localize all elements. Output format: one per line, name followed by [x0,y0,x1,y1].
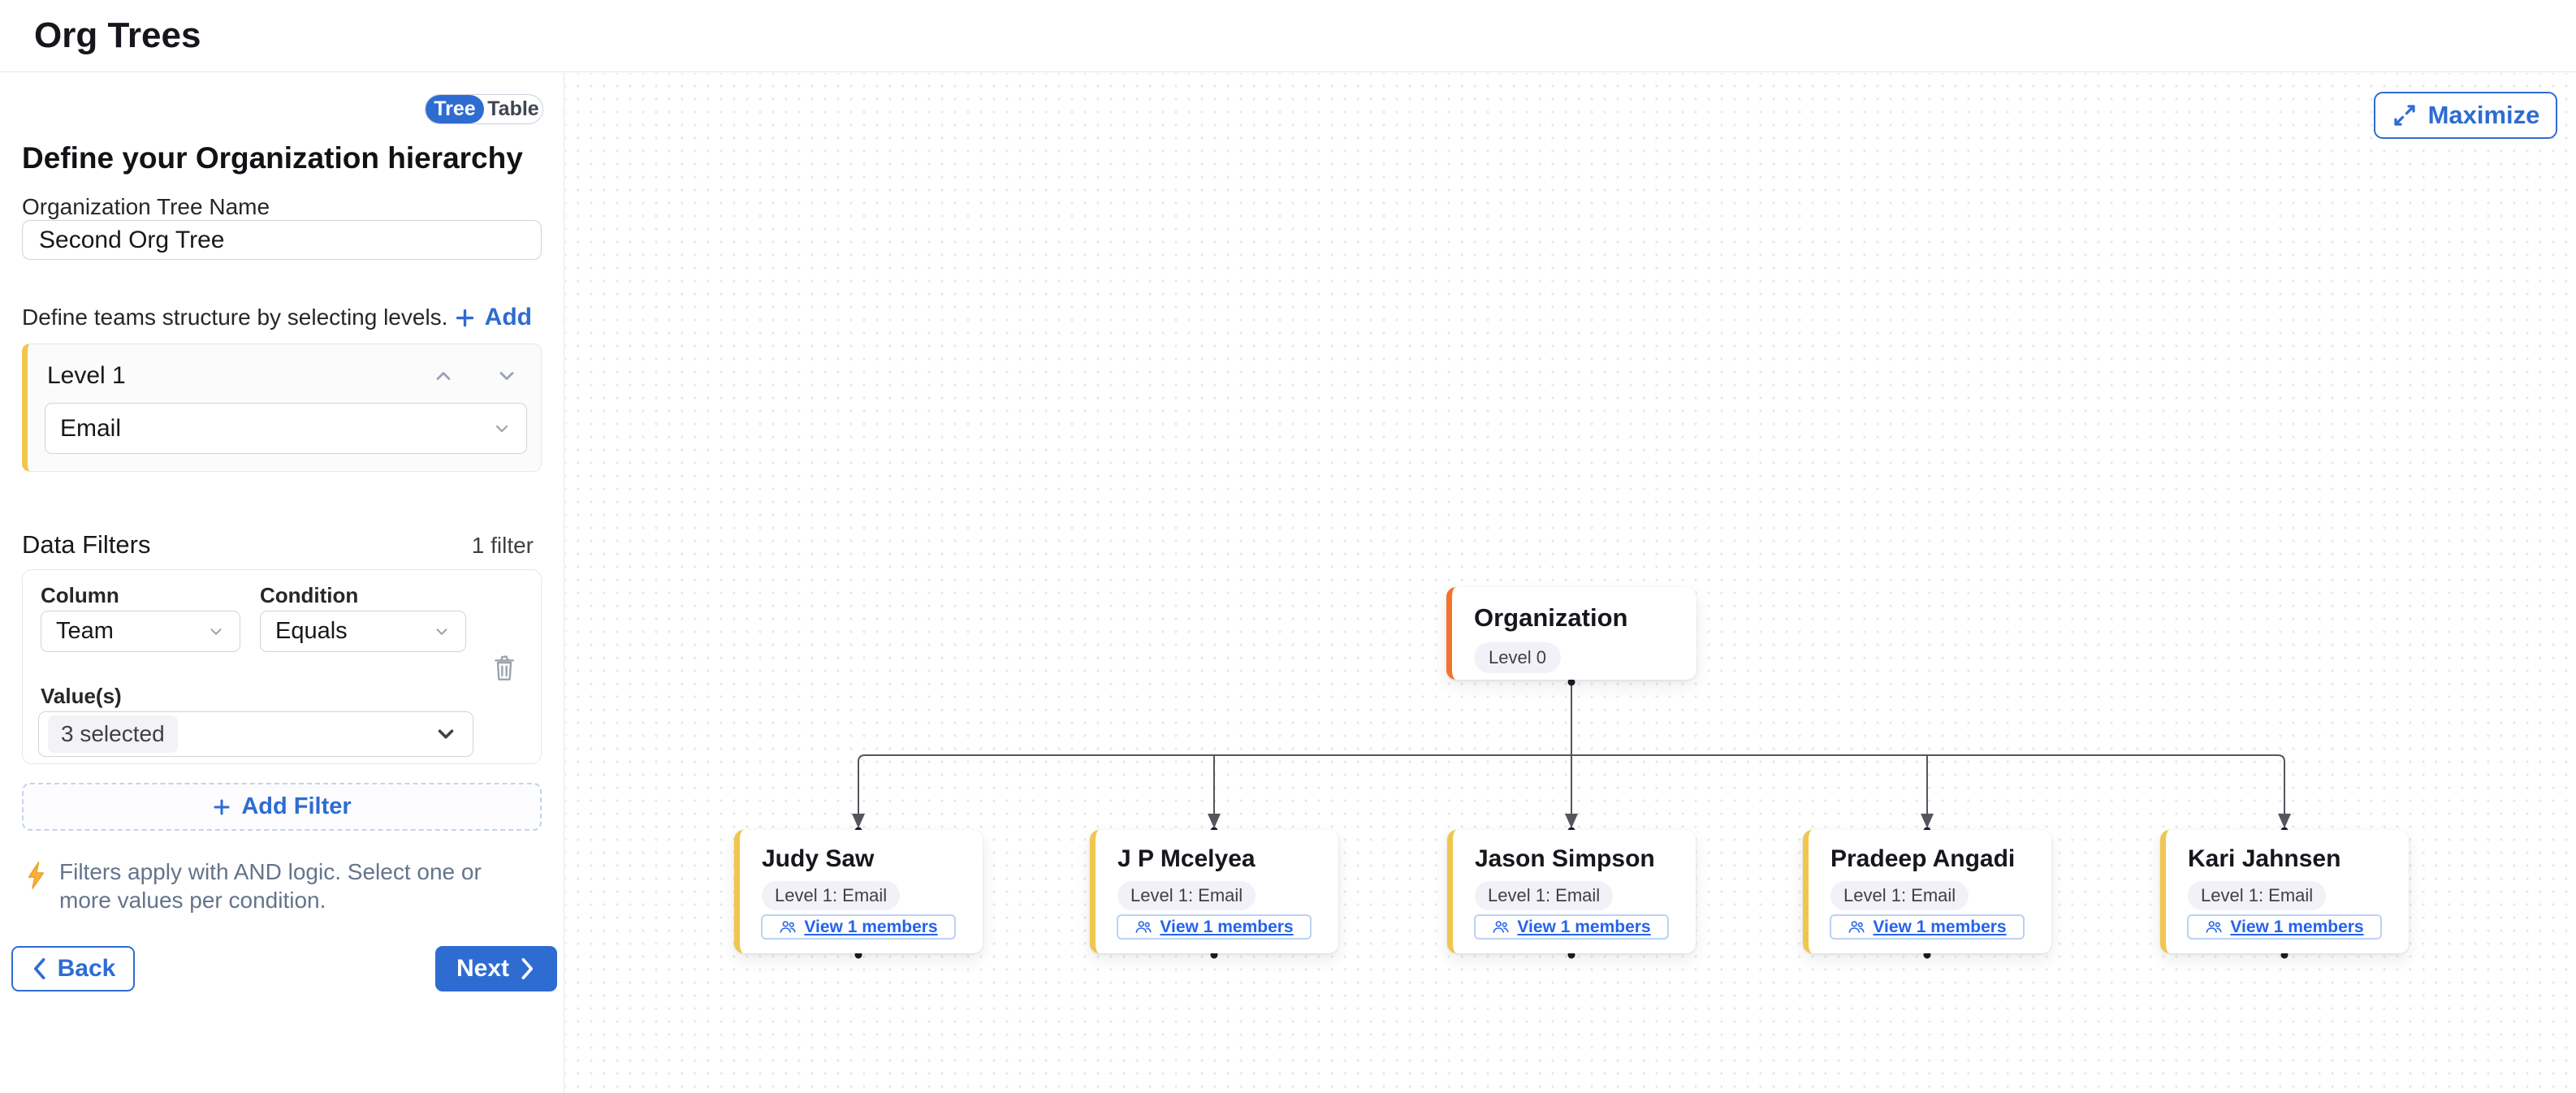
node-level-badge: Level 0 [1474,642,1561,673]
org-node-root[interactable]: Organization Level 0 [1446,587,1696,680]
level-panel: Level 1 Email [22,343,542,472]
back-button[interactable]: Back [11,946,135,991]
tree-name-input[interactable] [22,220,542,260]
members-icon [1848,919,1865,935]
add-filter-label: Add Filter [241,793,351,820]
lightning-icon [25,861,47,890]
view-members-label: View 1 members [1160,918,1293,937]
node-name: Judy Saw [762,845,983,873]
node-level-badge: Level 1: Email [1117,881,1256,910]
delete-filter-button[interactable] [489,651,520,684]
node-name: Pradeep Angadi [1830,845,2051,873]
view-members-label: View 1 members [804,918,937,937]
view-members-button[interactable]: View 1 members [1474,914,1669,940]
next-button[interactable]: Next [435,946,557,991]
org-node-child[interactable]: J P Mcelyea Level 1: Email View 1 member… [1090,830,1338,953]
column-label: Column [41,583,119,608]
view-toggle: Tree Table [425,94,543,124]
chevron-left-icon [31,957,47,980]
chevron-down-icon[interactable] [495,365,518,387]
add-level-button[interactable]: Add [454,304,532,331]
org-node-child[interactable]: Pradeep Angadi Level 1: Email View 1 mem… [1803,830,2051,953]
view-members-label: View 1 members [2230,918,2363,937]
node-name: Organization [1474,603,1696,633]
level-column-value: Email [60,415,121,443]
data-filters-header: Data Filters 1 filter [22,530,534,559]
sidebar-heading: Define your Organization hierarchy [22,141,523,175]
filters-note: Filters apply with AND logic. Select one… [25,858,521,914]
node-name: Kari Jahnsen [2188,845,2409,873]
condition-value: Equals [275,618,348,645]
node-level-badge: Level 1: Email [1475,881,1613,910]
page-title: Org Trees [34,15,201,56]
trash-icon [491,653,517,682]
condition-select[interactable]: Equals [260,611,466,652]
filters-note-text: Filters apply with AND logic. Select one… [59,858,518,914]
plus-icon [212,797,231,817]
level-reorder-controls [432,365,518,387]
node-level-badge: Level 1: Email [762,881,900,910]
filter-count: 1 filter [472,533,534,559]
members-icon [1135,919,1152,935]
org-node-child[interactable]: Jason Simpson Level 1: Email View 1 memb… [1447,830,1696,953]
node-name: J P Mcelyea [1117,845,1338,873]
chevron-down-icon [207,623,225,641]
chevron-down-icon [492,419,512,438]
chevron-down-icon [434,722,458,746]
org-node-child[interactable]: Kari Jahnsen Level 1: Email View 1 membe… [2160,830,2409,953]
chevron-down-icon [433,623,451,641]
values-label: Value(s) [41,684,122,709]
view-toggle-tree[interactable]: Tree [426,95,484,123]
view-members-label: View 1 members [1873,918,2006,937]
next-label: Next [456,955,509,983]
members-icon [779,919,797,935]
selected-count-chip: 3 selected [48,715,178,753]
filter-card: Column Condition Team Equals Value(s) 3 … [22,569,542,764]
levels-caption: Define teams structure by selecting leve… [22,305,447,330]
level-column-select[interactable]: Email [45,403,527,454]
level-header: Level 1 [28,344,541,390]
node-level-badge: Level 1: Email [1830,881,1969,910]
plus-icon [454,307,476,329]
back-label: Back [58,955,116,983]
members-icon [1492,919,1510,935]
org-tree-canvas[interactable]: Maximize Organization Level 0 Judy Saw L… [565,73,2576,1093]
org-trees-page: Org Trees Tree Table Define your Organiz… [0,0,2576,1093]
view-members-button[interactable]: View 1 members [761,914,956,940]
config-sidebar: Tree Table Define your Organization hier… [0,73,564,1093]
view-members-label: View 1 members [1517,918,1650,937]
view-toggle-table[interactable]: Table [484,95,542,123]
view-members-button[interactable]: View 1 members [1117,914,1312,940]
add-level-label: Add [485,304,532,331]
level-title: Level 1 [47,362,126,390]
chevron-right-icon [520,957,536,980]
condition-label: Condition [260,583,358,608]
org-node-child[interactable]: Judy Saw Level 1: Email View 1 members [734,830,983,953]
view-members-button[interactable]: View 1 members [1830,914,2025,940]
levels-caption-row: Define teams structure by selecting leve… [22,304,532,331]
add-filter-button[interactable]: Add Filter [22,783,542,831]
values-multiselect[interactable]: 3 selected [38,711,473,757]
tree-name-label: Organization Tree Name [22,194,270,220]
column-select[interactable]: Team [41,611,240,652]
view-members-button[interactable]: View 1 members [2187,914,2382,940]
page-header: Org Trees [0,0,2576,72]
column-value: Team [56,618,114,645]
members-icon [2205,919,2223,935]
data-filters-title: Data Filters [22,530,150,559]
node-level-badge: Level 1: Email [2188,881,2326,910]
node-name: Jason Simpson [1475,845,1696,873]
chevron-up-icon[interactable] [432,365,455,387]
